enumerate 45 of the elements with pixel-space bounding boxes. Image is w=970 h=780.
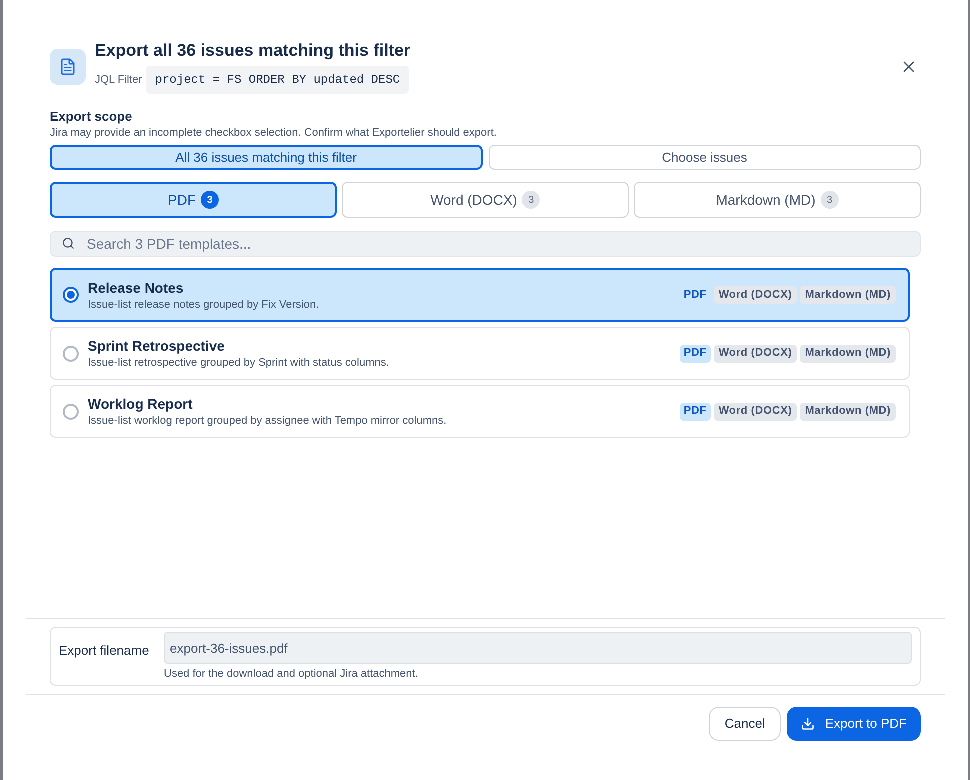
template-card[interactable]: Sprint Retrospective Issue-list retrospective grouped by Sprint with status columns. PDF Word (DOCX) Markdown (MD)	[50, 327, 910, 380]
template-card[interactable]: Worklog Report Issue-list worklog report grouped by assignee with Tempo mirror columns. PDF Word (DOCX) Markdown (MD)	[50, 385, 910, 438]
document-icon	[50, 49, 86, 85]
scope-option[interactable]: All 36 issues matching this filter	[50, 145, 482, 170]
template-description: Issue-list worklog report grouped by assignee with Tempo mirror columns.	[88, 414, 447, 428]
scope-option[interactable]: Choose issues	[488, 145, 921, 170]
format-tab[interactable]: Markdown (MD) 3	[634, 182, 921, 218]
count-badge: 3	[522, 191, 540, 209]
filter-label: JQL Filter	[95, 72, 142, 88]
tab-label: Word (DOCX)	[430, 190, 518, 210]
format-tag: Markdown (MD)	[800, 402, 896, 420]
format-tag: Word (DOCX)	[714, 402, 798, 420]
format-tag: PDF	[680, 344, 711, 362]
scope-heading: Export scope	[50, 109, 134, 125]
count-badge: 3	[201, 191, 219, 209]
template-description: Issue-list retrospective grouped by Sprint with status columns.	[88, 356, 390, 370]
dialog-title: Export all 36 issues matching this filter	[95, 40, 411, 62]
search-icon	[62, 237, 75, 250]
jql-query: project = FS ORDER BY updated DESC	[146, 66, 410, 94]
filename-hint: Used for the download and optional Jira attachment.	[164, 668, 420, 681]
template-card[interactable]: Release Notes Issue-list release notes grouped by Fix Version. PDF Word (DOCX) Markdown (MD)	[50, 268, 910, 322]
export-button[interactable]: Export to PDF	[787, 707, 921, 741]
format-tag: PDF	[680, 402, 711, 420]
filename-label: Export filename	[59, 642, 150, 660]
format-tag: Word (DOCX)	[714, 344, 798, 362]
format-tag: Markdown (MD)	[800, 286, 896, 304]
radio-button[interactable]	[63, 287, 79, 303]
format-tab[interactable]: PDF 3	[50, 182, 337, 218]
search-field[interactable]: Search 3 PDF templates...	[50, 231, 921, 257]
tab-label: Markdown (MD)	[716, 190, 816, 210]
download-icon	[801, 717, 816, 731]
filename-input[interactable]: export-36-issues.pdf	[164, 632, 912, 664]
scope-hint: Jira may provide an incomplete checkbox selection. Confirm what Exportelier should export.	[50, 126, 498, 140]
tab-label: PDF	[168, 190, 196, 210]
template-description: Issue-list release notes grouped by Fix Version.	[88, 298, 320, 312]
count-badge: 3	[820, 191, 839, 209]
radio-button[interactable]	[63, 404, 79, 420]
template-title: Sprint Retrospective	[88, 337, 226, 355]
cancel-button[interactable]: Cancel	[708, 707, 782, 741]
template-title: Worklog Report	[88, 395, 194, 413]
format-tab[interactable]: Word (DOCX) 3	[342, 182, 629, 218]
radio-button[interactable]	[63, 346, 79, 362]
template-title: Release Notes	[88, 278, 185, 296]
format-tag: Word (DOCX)	[714, 286, 798, 304]
format-tag: Markdown (MD)	[800, 344, 896, 362]
